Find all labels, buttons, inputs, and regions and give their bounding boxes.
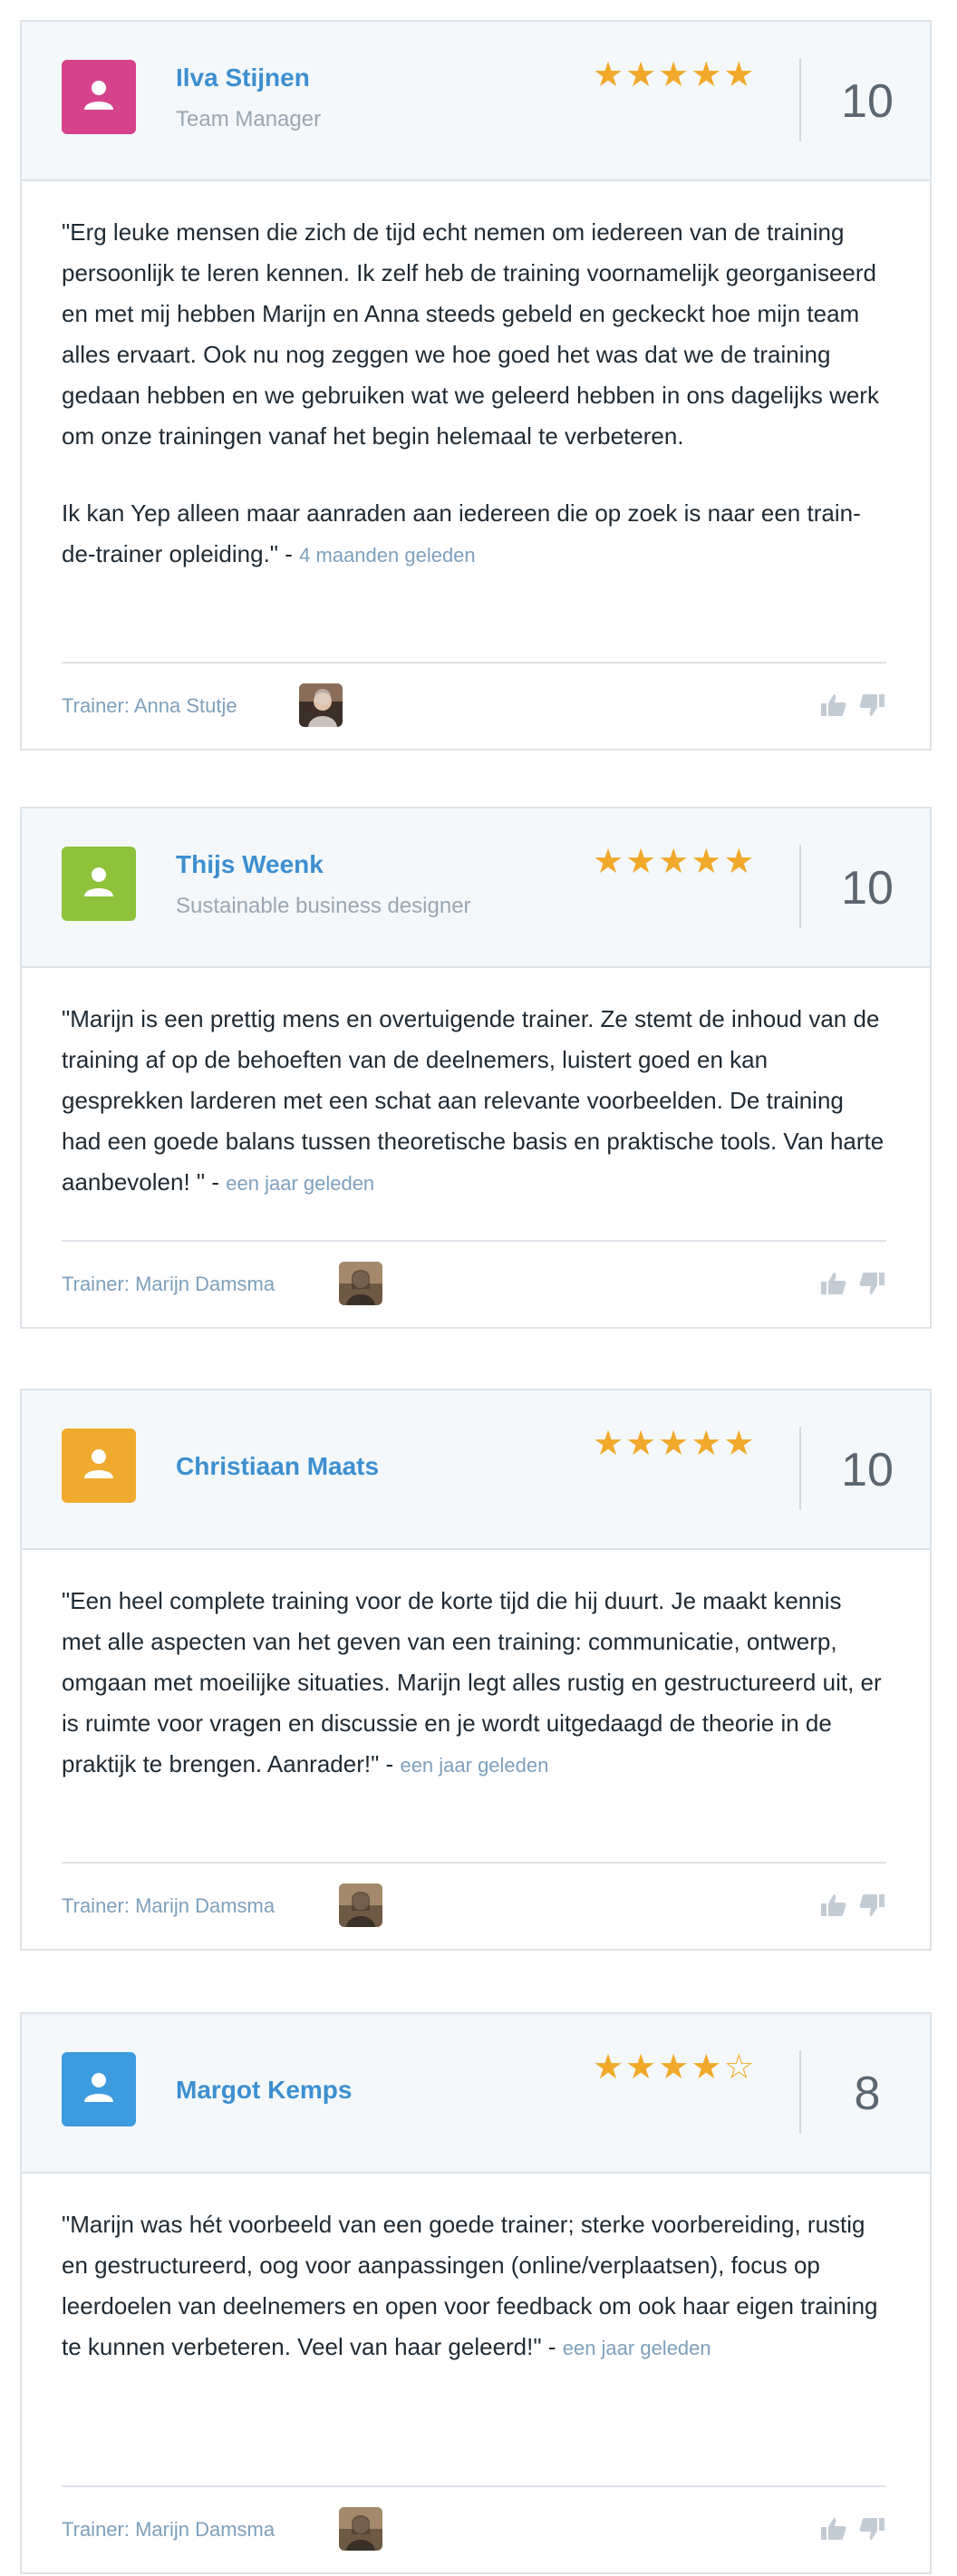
reviewer-name[interactable]: Ilva Stijnen	[176, 63, 310, 92]
review-time[interactable]: een jaar geleden	[400, 1754, 548, 1777]
review-header: Ilva Stijnen Team Manager ★★★★★ 10	[22, 22, 930, 181]
thumbs-down-icon[interactable]	[857, 2514, 886, 2543]
review-header: Margot Kemps ★★★★☆ 8	[22, 2014, 930, 2174]
review-body: "Een heel complete training voor de kort…	[22, 1550, 930, 1786]
trainer-link[interactable]: Trainer: Marijn Damsma	[62, 1894, 275, 1918]
review-text: "Een heel complete training voor de kort…	[62, 1581, 886, 1786]
thumbs-up-icon[interactable]	[819, 1891, 848, 1920]
review-time[interactable]: een jaar geleden	[226, 1172, 374, 1195]
vote-buttons	[819, 691, 886, 720]
review-card: Christiaan Maats ★★★★★ 10 "Een heel comp…	[20, 1389, 932, 1951]
thumbs-up-icon[interactable]	[819, 1269, 848, 1298]
review-text-part: "Marijn was hét voorbeeld van een goede …	[62, 2211, 878, 2360]
trainer-link[interactable]: Trainer: Anna Stutje	[62, 694, 237, 718]
review-text-continued: Ik kan Yep alleen maar aanraden aan iede…	[62, 493, 886, 576]
review-text-part: "Een heel complete training voor de kort…	[62, 1587, 882, 1777]
review-score: 10	[841, 1444, 894, 1496]
review-score: 10	[841, 75, 894, 128]
thumbs-up-icon[interactable]	[819, 2514, 848, 2543]
review-footer: Trainer: Marijn Damsma	[62, 1240, 886, 1327]
review-footer: Trainer: Marijn Damsma	[62, 1862, 886, 1949]
thumbs-down-icon[interactable]	[857, 691, 886, 720]
review-body: "Marijn was hét voorbeeld van een goede …	[22, 2174, 930, 2368]
star-rating: ★★★★★	[593, 1425, 757, 1463]
star-rating: ★★★★☆	[593, 2048, 757, 2087]
review-footer: Trainer: Anna Stutje	[62, 662, 886, 749]
review-text: "Marijn was hét voorbeeld van een goede …	[62, 2204, 886, 2368]
review-header: Thijs Weenk Sustainable business designe…	[22, 809, 930, 968]
vote-buttons	[819, 2514, 886, 2543]
star-rating: ★★★★★	[593, 56, 757, 94]
reviewer-role: Team Manager	[176, 107, 322, 131]
trainer-link[interactable]: Trainer: Marijn Damsma	[62, 2518, 275, 2542]
review-text: "Erg leuke mensen die zich de tijd echt …	[62, 218, 879, 450]
user-avatar-icon	[62, 847, 136, 921]
vote-buttons	[819, 1269, 886, 1298]
review-score: 10	[841, 862, 894, 915]
reviewer-name[interactable]: Christiaan Maats	[176, 1452, 379, 1481]
user-avatar-icon	[62, 1428, 136, 1503]
review-body: "Marijn is een prettig mens en overtuige…	[22, 968, 930, 1204]
review-time[interactable]: een jaar geleden	[563, 2337, 711, 2359]
user-avatar-icon	[62, 60, 136, 134]
thumbs-up-icon[interactable]	[819, 691, 848, 720]
thumbs-down-icon[interactable]	[857, 1269, 886, 1298]
review-footer: Trainer: Marijn Damsma	[62, 2485, 886, 2572]
trainer-photo	[339, 1884, 382, 1927]
review-header: Christiaan Maats ★★★★★ 10	[22, 1390, 930, 1550]
thumbs-down-icon[interactable]	[857, 1891, 886, 1920]
trainer-photo	[339, 2507, 382, 2551]
vote-buttons	[819, 1891, 886, 1920]
review-time[interactable]: 4 maanden geleden	[299, 544, 476, 567]
star-rating: ★★★★★	[593, 843, 757, 881]
reviewer-role: Sustainable business designer	[176, 894, 471, 918]
review-body: "Erg leuke mensen die zich de tijd echt …	[22, 181, 930, 576]
review-text-part: "Marijn is een prettig mens en overtuige…	[62, 1005, 884, 1196]
review-card: Margot Kemps ★★★★☆ 8 "Marijn was hét voo…	[20, 2012, 932, 2574]
review-card: Thijs Weenk Sustainable business designe…	[20, 807, 932, 1329]
reviewer-name[interactable]: Thijs Weenk	[176, 850, 324, 879]
review-card: Ilva Stijnen Team Manager ★★★★★ 10 "Erg …	[20, 20, 932, 751]
trainer-photo	[339, 1262, 382, 1305]
user-avatar-icon	[62, 2052, 136, 2126]
review-text: "Marijn is een prettig mens en overtuige…	[62, 999, 886, 1204]
review-score: 8	[854, 2068, 881, 2120]
trainer-link[interactable]: Trainer: Marijn Damsma	[62, 1273, 275, 1296]
reviewer-name[interactable]: Margot Kemps	[176, 2076, 352, 2105]
trainer-photo	[299, 683, 343, 727]
